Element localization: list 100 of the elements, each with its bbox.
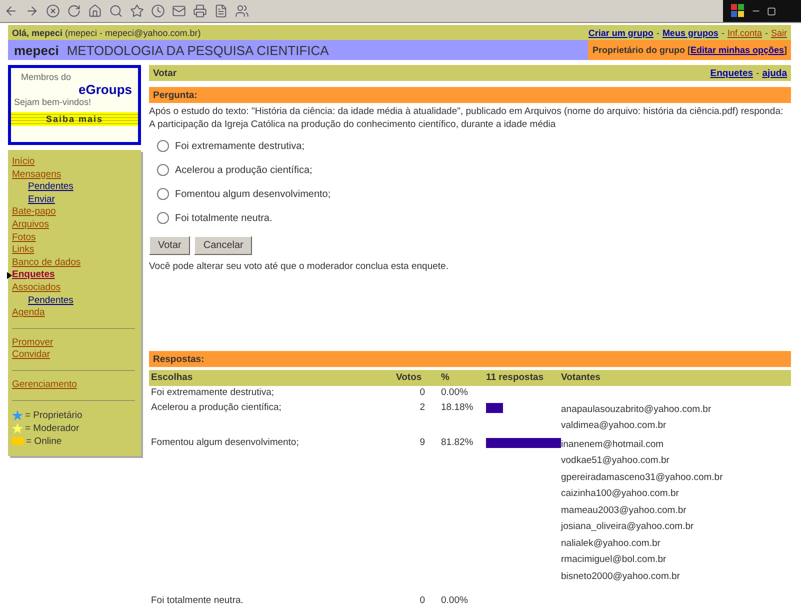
legend-text: = Online [26,434,62,448]
voter-email: josiana_oliveira@yahoo.com.br [561,520,695,534]
search-icon[interactable] [109,4,123,18]
windows-logo-icon [731,4,745,18]
option-label: Foi extremamente destrutiva; [175,140,304,152]
voter-email: rmacimiguel@bol.com.br [561,553,668,567]
voter-email: vodkae51@yahoo.com.br [561,454,670,468]
home-icon[interactable] [88,4,102,18]
people-icon[interactable] [235,4,249,18]
sidebar-link[interactable]: Agenda [12,307,135,320]
maximize-icon[interactable] [767,6,776,16]
star-icon[interactable] [130,4,144,18]
forward-arrow-icon[interactable] [25,4,39,18]
votes-cell-text: 0 [418,386,426,400]
sidebar-link[interactable]: Arquivos [12,218,135,232]
clock-icon[interactable] [151,4,165,18]
note-text: Você pode alterar seu voto até que o moderador conclua esta enquete. [149,260,450,273]
choice-cell-text: Foi extremamente destrutiva; [150,386,276,400]
question-heading: Pergunta: [153,90,198,100]
percent-cell-text: 18.18% [440,400,474,414]
sidebar-link[interactable]: Associados [12,282,135,295]
star-icon [12,422,23,434]
legend-text: = Proprietário [25,408,82,422]
voter-email: mameau2003@yahoo.com.br [561,504,688,518]
column-header: % [439,370,484,386]
percent-cell-text: 0.00% [440,386,469,400]
group-name: mepeci [13,42,60,58]
legend-text: = Moderador [25,422,80,434]
votes-cell-text: 2 [418,400,426,414]
column-header: Votantes [559,370,791,386]
pointer-icon [7,272,12,280]
role-text: Proprietário do grupo [ [592,45,690,55]
printer-icon[interactable] [193,4,207,18]
voter-email: nalialek@yahoo.com.br [561,536,662,550]
sidebar-link[interactable]: Início [12,156,135,169]
votes-cell-text: 0 [418,594,426,608]
welcome-text: Sejam bem-vindos! [13,97,92,107]
question-text: Após o estudo do texto: "História da ciência: da idade média à atualidade", publicado em Arquivos (nome do arquivo: história da ciência.pdf) responda: A participação da Igreja Católica na produção do conhecimento científico, durante a idade média [149,105,784,131]
header-link[interactable]: Inf.conta [727,28,762,38]
online-icon [12,437,24,445]
votes-cell-text: 9 [418,436,426,450]
header-link[interactable]: Criar um grupo [588,28,654,38]
radio-button[interactable] [157,188,169,200]
percent-cell-text: 81.82% [440,436,474,450]
sidebar-link[interactable]: Fotos [12,232,135,244]
result-bar [486,402,503,412]
voter-email: valdimea@yahoo.com.br [561,419,668,433]
sidebar-link[interactable]: Bate-papo [12,206,135,219]
sidebar-link[interactable]: Enquetes [7,269,135,282]
separator-text: - [721,28,724,38]
sidebar-link[interactable]: Enviar [12,194,135,206]
group-title: METODOLOGIA DA PESQUISA CIENTIFICA [66,42,329,58]
option-label: Acelerou a produção científica; [175,164,312,176]
mail-icon[interactable] [172,4,186,18]
voter-email: anapaulasouzabrito@yahoo.com.br [561,402,712,416]
header-link[interactable]: Meus grupos [662,28,718,38]
results-heading: Respostas: [153,354,204,364]
help-link[interactable]: Enquetes [710,68,754,78]
form-button[interactable]: Cancelar [194,236,252,255]
sidebar-link[interactable]: Gerenciamento [12,378,135,392]
brand-text: eGroups [78,82,133,97]
sidebar-link[interactable]: Mensagens [12,168,135,182]
option-label: Fomentou algum desenvolvimento; [175,188,331,200]
choice-cell-text: Fomentou algum desenvolvimento; [150,436,300,450]
radio-button[interactable] [157,164,169,176]
section-title: Votar [153,68,177,78]
sidebar-link[interactable]: Pendentes [12,294,135,308]
learn-more-button[interactable]: Saiba mais [11,112,138,126]
sidebar-link[interactable]: Promover [12,336,135,350]
separator-text: - [764,28,768,38]
column-header: Escolhas [149,370,394,386]
option-label: Foi totalmente neutra. [175,212,272,224]
voter-email: caizinha100@yahoo.com.br [561,487,680,501]
column-header: Votos [394,370,439,386]
greeting-text: Olá, mepeci (mepeci - mepeci@yahoo.com.br) [12,28,201,38]
form-button[interactable]: Votar [149,236,190,255]
separator-text: - [756,68,760,78]
voter-email: bisneto2000@yahoo.com.br [561,570,681,584]
star-icon [12,410,23,420]
choice-cell-text: Foi totalmente neutra. [150,594,244,608]
separator-text: - [656,28,660,38]
column-header: 11 respostas [484,370,559,386]
help-link[interactable]: ajuda [762,68,787,78]
sidebar-link[interactable]: Links [12,244,135,257]
refresh-icon[interactable] [67,4,81,18]
sidebar-link[interactable]: Convidar [12,349,135,362]
choice-cell-text: Acelerou a produção científica; [150,400,282,414]
promo-text: Membros do [20,72,72,82]
radio-button[interactable] [157,140,169,152]
stop-icon[interactable] [46,4,60,18]
voter-email: inanenem@hotmail.com [561,438,665,452]
sidebar-link[interactable]: Banco de dados [12,256,135,270]
header-link[interactable]: Sair [770,28,787,38]
document-icon[interactable] [214,4,228,18]
percent-cell-text: 0.00% [440,594,469,608]
edit-options-link[interactable]: Editar minhas opções [690,45,784,55]
sidebar-link[interactable]: Pendentes [12,181,135,194]
radio-button[interactable] [157,212,169,224]
bracket-text: ] [784,45,787,55]
voter-email: gpereiradamasceno31@yahoo.com.br [561,470,724,484]
